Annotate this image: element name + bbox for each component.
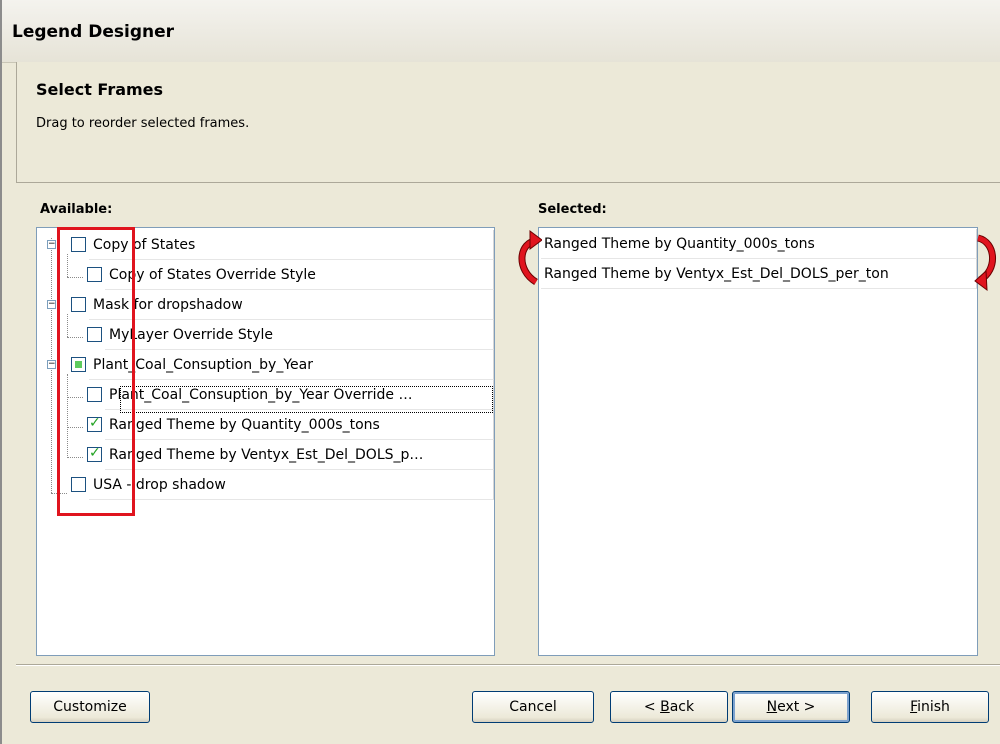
focus-rectangle: [120, 386, 493, 413]
page-title: Select Frames: [36, 80, 164, 99]
tree-item-label: Ranged Theme by Quantity_000s_tons: [109, 417, 380, 433]
curved-arrow-icon: [518, 230, 542, 285]
selected-list-item[interactable]: Ranged Theme by Quantity_000s_tons: [541, 229, 977, 259]
customize-button[interactable]: Customize: [30, 691, 150, 723]
page-subtitle: Drag to reorder selected frames.: [36, 116, 250, 131]
tree-item-label: Ranged Theme by Ventyx_Est_Del_DOLS_p…: [109, 447, 424, 463]
curved-arrow-icon: [974, 234, 996, 292]
selected-label: Selected:: [538, 202, 607, 217]
next-button-hotkey: N: [766, 699, 778, 715]
selected-list-item[interactable]: Ranged Theme by Ventyx_Est_Del_DOLS_per_…: [541, 259, 977, 289]
back-button-hotkey: B: [660, 699, 670, 715]
selected-list[interactable]: [538, 227, 978, 656]
annotation-highlight-box: [57, 227, 135, 516]
minus-box-icon[interactable]: −: [47, 240, 56, 249]
finish-button[interactable]: Finish: [871, 691, 989, 723]
footer-divider: [16, 664, 1000, 666]
back-button[interactable]: < Back: [610, 691, 728, 723]
minus-box-icon[interactable]: −: [47, 360, 56, 369]
window-title: Legend Designer: [12, 22, 175, 42]
finish-button-label: inish: [917, 699, 950, 715]
title-bar: Legend Designer: [2, 0, 1000, 63]
legend-designer-window: Legend Designer Select Frames Drag to re…: [0, 0, 1000, 744]
next-button[interactable]: Next >: [732, 691, 850, 723]
back-button-prefix: <: [643, 699, 661, 715]
tree-item-label: Copy of States Override Style: [109, 267, 316, 283]
cancel-button[interactable]: Cancel: [472, 691, 594, 723]
available-label: Available:: [40, 202, 113, 217]
back-button-label: ack: [669, 699, 695, 715]
next-button-label: ext >: [777, 699, 816, 715]
minus-box-icon[interactable]: −: [47, 300, 56, 309]
